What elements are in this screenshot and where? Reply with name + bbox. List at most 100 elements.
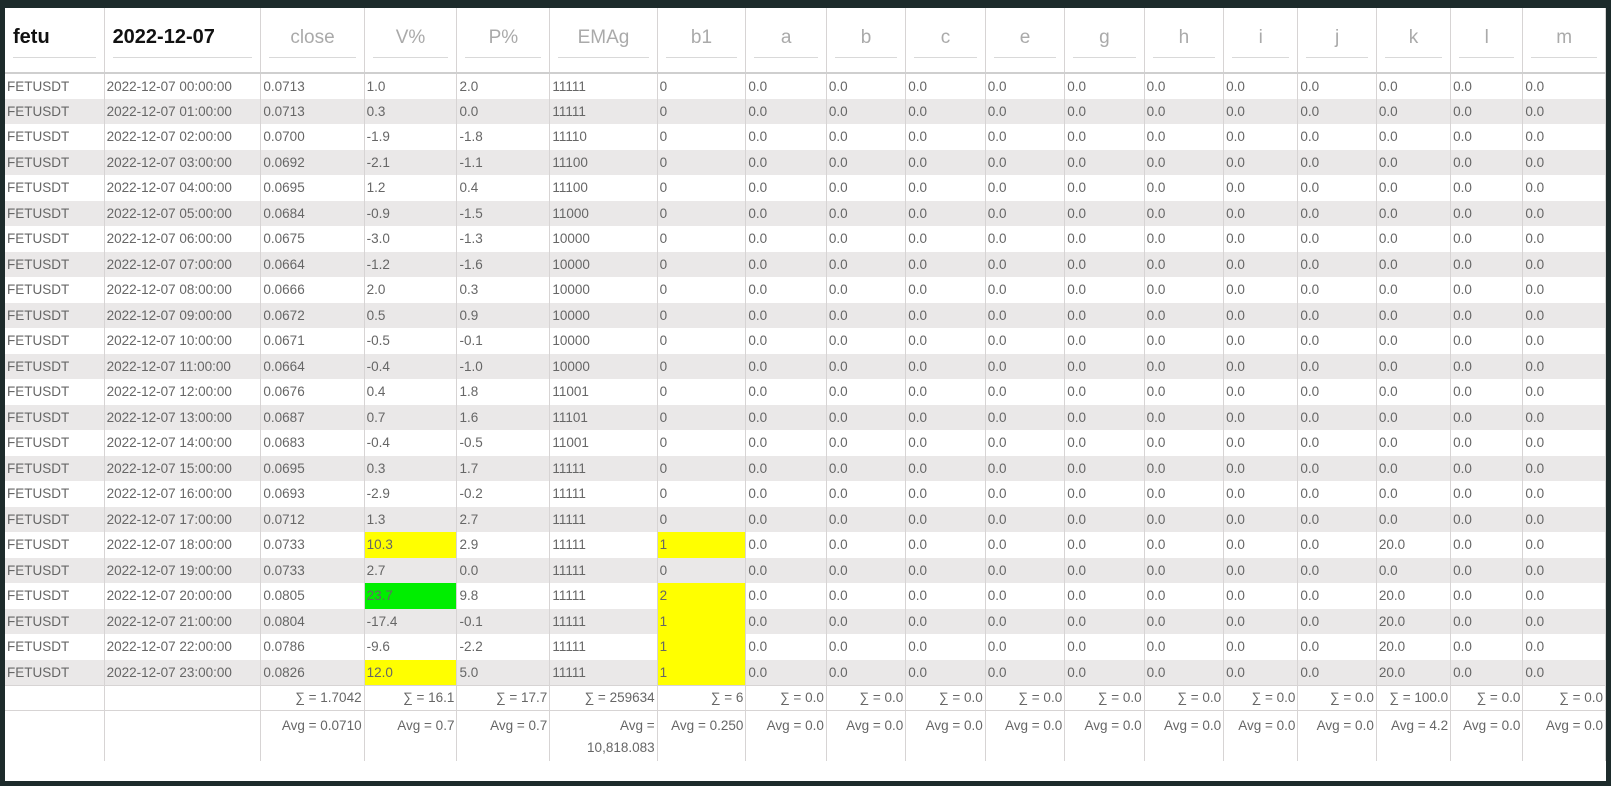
cell-k[interactable]: 0.0: [1376, 328, 1452, 354]
cell-l[interactable]: 0.0: [1450, 634, 1524, 660]
table-row[interactable]: FETUSDT 2022-12-07 17:00:00 0.0712 1.3 2.7 11…: [5, 506, 1606, 532]
table-row[interactable]: FETUSDT 2022-12-07 20:00:00 0.0805 23.7 9.8 1…: [5, 583, 1606, 609]
cell-b[interactable]: 0.0: [826, 608, 907, 634]
cell-k[interactable]: 0.0: [1376, 200, 1452, 226]
cell-v[interactable]: -1.2: [364, 251, 458, 277]
cell-k[interactable]: 20.0: [1376, 659, 1452, 685]
cell-time[interactable]: 2022-12-07 20:00:00: [104, 583, 262, 609]
cell-sym[interactable]: FETUSDT: [5, 277, 105, 303]
cell-v[interactable]: -2.1: [364, 149, 458, 175]
cell-m[interactable]: 0.0: [1522, 353, 1606, 379]
cell-time[interactable]: 2022-12-07 23:00:00: [104, 659, 262, 685]
cell-h[interactable]: 0.0: [1144, 430, 1225, 456]
cell-b1[interactable]: 0: [657, 175, 747, 201]
cell-time[interactable]: 2022-12-07 03:00:00: [104, 149, 262, 175]
cell-m[interactable]: 0.0: [1522, 73, 1606, 99]
cell-m[interactable]: 0.0: [1522, 302, 1606, 328]
cell-p[interactable]: 2.9: [456, 532, 551, 558]
cell-c[interactable]: 0.0: [905, 200, 986, 226]
cell-b1[interactable]: 0: [657, 277, 747, 303]
cell-p[interactable]: 2.0: [456, 73, 551, 99]
cell-sym[interactable]: FETUSDT: [5, 251, 105, 277]
column-header-label[interactable]: close: [269, 23, 356, 58]
column-header-3[interactable]: EMAg: [549, 8, 658, 74]
cell-close[interactable]: 0.0733: [260, 532, 365, 558]
cell-p[interactable]: -0.1: [456, 328, 551, 354]
table-row[interactable]: FETUSDT 2022-12-07 01:00:00 0.0713 0.3 0.0 11…: [5, 98, 1606, 124]
cell-j[interactable]: 0.0: [1297, 302, 1377, 328]
cell-m[interactable]: 0.0: [1522, 328, 1606, 354]
cell-b[interactable]: 0.0: [826, 73, 907, 99]
cell-time[interactable]: 2022-12-07 17:00:00: [104, 506, 262, 532]
cell-l[interactable]: 0.0: [1450, 430, 1524, 456]
cell-b1[interactable]: 1: [657, 634, 747, 660]
cell-emag[interactable]: 11110: [549, 124, 658, 150]
cell-k[interactable]: 20.0: [1376, 608, 1452, 634]
cell-b[interactable]: 0.0: [826, 328, 907, 354]
cell-a[interactable]: 0.0: [745, 608, 827, 634]
cell-b1[interactable]: 0: [657, 226, 747, 252]
cell-sym[interactable]: FETUSDT: [5, 226, 105, 252]
cell-emag[interactable]: 11111: [549, 455, 658, 481]
cell-b[interactable]: 0.0: [826, 200, 907, 226]
cell-close[interactable]: 0.0664: [260, 251, 365, 277]
cell-g[interactable]: 0.0: [1064, 251, 1145, 277]
cell-v[interactable]: -3.0: [364, 226, 458, 252]
cell-g[interactable]: 0.0: [1064, 634, 1145, 660]
cell-emag[interactable]: 11111: [549, 506, 658, 532]
cell-k[interactable]: 0.0: [1376, 404, 1452, 430]
cell-l[interactable]: 0.0: [1450, 353, 1524, 379]
cell-k[interactable]: 0.0: [1376, 557, 1452, 583]
cell-j[interactable]: 0.0: [1297, 532, 1377, 558]
cell-c[interactable]: 0.0: [905, 175, 986, 201]
cell-l[interactable]: 0.0: [1450, 302, 1524, 328]
cell-emag[interactable]: 11111: [549, 557, 658, 583]
cell-j[interactable]: 0.0: [1297, 430, 1377, 456]
table-row[interactable]: FETUSDT 2022-12-07 04:00:00 0.0695 1.2 0.4 11…: [5, 175, 1606, 201]
cell-p[interactable]: -0.1: [456, 608, 551, 634]
cell-k[interactable]: 0.0: [1376, 149, 1452, 175]
cell-g[interactable]: 0.0: [1064, 175, 1145, 201]
cell-i[interactable]: 0.0: [1223, 98, 1299, 124]
cell-b[interactable]: 0.0: [826, 481, 907, 507]
cell-b[interactable]: 0.0: [826, 149, 907, 175]
cell-v[interactable]: 2.0: [364, 277, 458, 303]
cell-close[interactable]: 0.0805: [260, 583, 365, 609]
column-header-7[interactable]: c: [905, 8, 986, 74]
cell-close[interactable]: 0.0675: [260, 226, 365, 252]
cell-h[interactable]: 0.0: [1144, 532, 1225, 558]
cell-p[interactable]: -1.1: [456, 149, 551, 175]
column-header-label[interactable]: a: [754, 23, 818, 58]
cell-c[interactable]: 0.0: [905, 506, 986, 532]
cell-l[interactable]: 0.0: [1450, 98, 1524, 124]
cell-c[interactable]: 0.0: [905, 430, 986, 456]
cell-l[interactable]: 0.0: [1450, 659, 1524, 685]
cell-close[interactable]: 0.0693: [260, 481, 365, 507]
cell-emag[interactable]: 10000: [549, 226, 658, 252]
cell-p[interactable]: 0.9: [456, 302, 551, 328]
cell-v[interactable]: 1.0: [364, 73, 458, 99]
cell-a[interactable]: 0.0: [745, 634, 827, 660]
column-header-label[interactable]: c: [914, 23, 977, 58]
table-row[interactable]: FETUSDT 2022-12-07 14:00:00 0.0683 -0.4 -0.5…: [5, 430, 1606, 456]
cell-m[interactable]: 0.0: [1522, 124, 1606, 150]
cell-close[interactable]: 0.0672: [260, 302, 365, 328]
cell-b[interactable]: 0.0: [826, 251, 907, 277]
cell-m[interactable]: 0.0: [1522, 532, 1606, 558]
cell-p[interactable]: -1.0: [456, 353, 551, 379]
cell-h[interactable]: 0.0: [1144, 583, 1225, 609]
cell-v[interactable]: -1.9: [364, 124, 458, 150]
cell-c[interactable]: 0.0: [905, 455, 986, 481]
cell-h[interactable]: 0.0: [1144, 506, 1225, 532]
cell-time[interactable]: 2022-12-07 12:00:00: [104, 379, 262, 405]
column-header-8[interactable]: e: [985, 8, 1066, 74]
cell-a[interactable]: 0.0: [745, 404, 827, 430]
cell-b1[interactable]: 0: [657, 481, 747, 507]
cell-h[interactable]: 0.0: [1144, 353, 1225, 379]
cell-b1[interactable]: 0: [657, 124, 747, 150]
cell-g[interactable]: 0.0: [1064, 608, 1145, 634]
cell-j[interactable]: 0.0: [1297, 404, 1377, 430]
cell-i[interactable]: 0.0: [1223, 175, 1299, 201]
cell-g[interactable]: 0.0: [1064, 379, 1145, 405]
cell-h[interactable]: 0.0: [1144, 200, 1225, 226]
